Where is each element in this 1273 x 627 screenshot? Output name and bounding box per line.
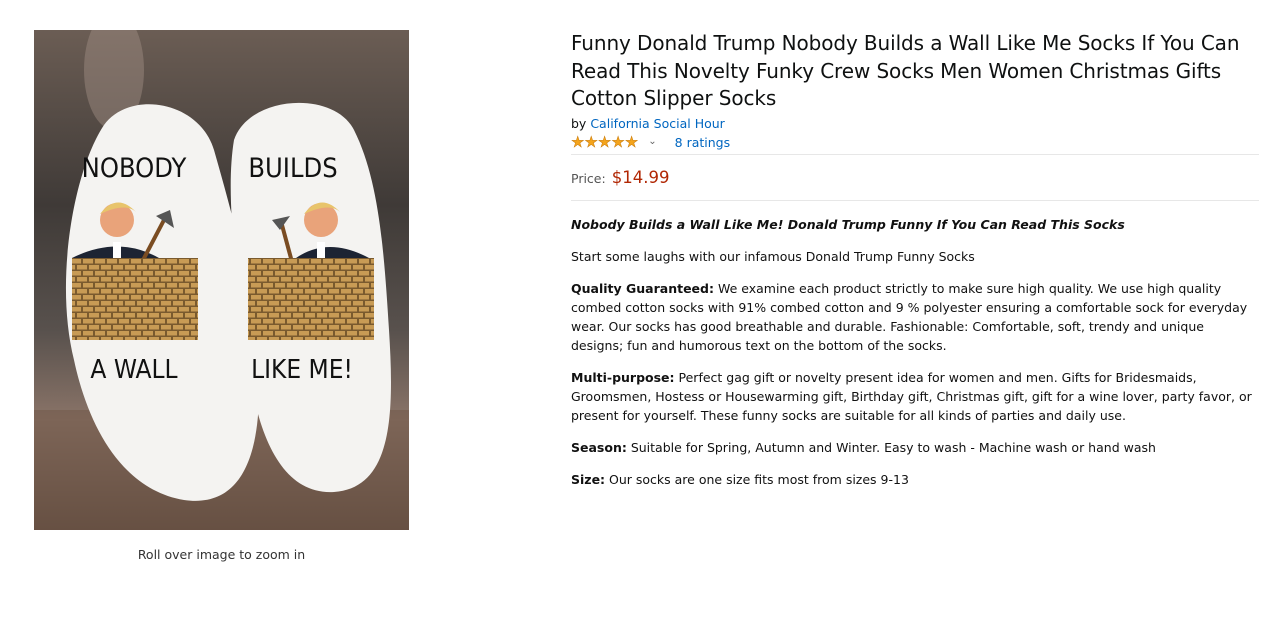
bullet-text: Our socks are one size fits most from si… xyxy=(605,471,909,487)
ratings-count-link[interactable]: 8 ratings xyxy=(675,135,730,150)
star-icon: ★ xyxy=(584,133,598,151)
star-icon: ★ xyxy=(611,133,625,151)
price-row: Price: $14.99 xyxy=(571,155,1259,199)
bullet-size: Size: Our socks are one size fits most f… xyxy=(571,470,1259,489)
sock-text-builds: BUILDS xyxy=(248,153,337,184)
divider xyxy=(571,199,1259,201)
socks-illustration: NOBODY BUILDS A WALL LIKE ME! xyxy=(34,30,409,530)
product-details: Funny Donald Trump Nobody Builds a Wall … xyxy=(571,30,1259,502)
bullet-label: Quality Guaranteed: xyxy=(571,280,714,296)
sock-text-like-me: LIKE ME! xyxy=(251,355,353,385)
product-description: Nobody Builds a Wall Like Me! Donald Tru… xyxy=(571,215,1259,489)
bullet-label: Multi-purpose: xyxy=(571,369,675,385)
price-label: Price: xyxy=(571,170,606,186)
description-intro: Start some laughs with our infamous Dona… xyxy=(571,248,975,264)
description-headline: Nobody Builds a Wall Like Me! Donald Tru… xyxy=(571,216,1125,232)
product-image[interactable]: NOBODY BUILDS A WALL LIKE ME! xyxy=(34,30,409,530)
star-icon: ★ xyxy=(571,133,585,151)
bullet-label: Season: xyxy=(571,439,627,455)
star-rating[interactable]: ★ ★ ★ ★ ★ xyxy=(571,133,639,151)
brand-link[interactable]: California Social Hour xyxy=(590,116,724,131)
bullet-label: Size: xyxy=(571,471,606,487)
star-icon: ★ xyxy=(624,133,639,151)
bullet-season: Season: Suitable for Spring, Autumn and … xyxy=(571,438,1259,457)
by-prefix: by xyxy=(571,115,587,131)
rating-row: ★ ★ ★ ★ ★ ⌄ 8 ratings xyxy=(571,133,1259,153)
byline: by California Social Hour xyxy=(571,116,1259,131)
bullet-text: Suitable for Spring, Autumn and Winter. … xyxy=(626,439,1156,455)
zoom-caption: Roll over image to zoom in xyxy=(137,547,306,562)
sock-text-nobody: NOBODY xyxy=(82,153,187,184)
product-title: Funny Donald Trump Nobody Builds a Wall … xyxy=(571,31,1240,110)
bullet-multipurpose: Multi-purpose: Perfect gag gift or novel… xyxy=(571,368,1259,425)
price-value: $14.99 xyxy=(611,167,670,187)
chevron-down-icon[interactable]: ⌄ xyxy=(648,136,656,147)
sock-text-a-wall: A WALL xyxy=(90,355,177,385)
bullet-quality: Quality Guaranteed: We examine each prod… xyxy=(571,279,1259,355)
image-column: NOBODY BUILDS A WALL LIKE ME! Roll over … xyxy=(34,30,409,562)
star-icon: ★ xyxy=(597,133,612,151)
